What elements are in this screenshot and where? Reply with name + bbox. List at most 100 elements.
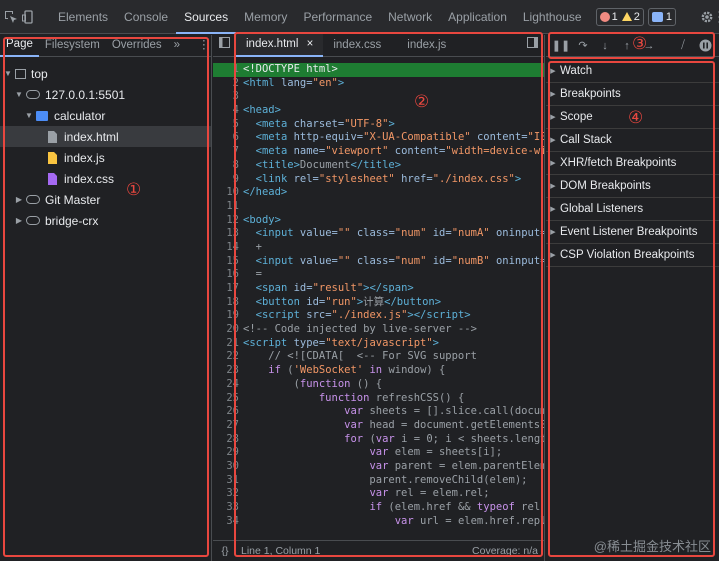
- editor-status-bar: {} Line 1, Column 1 Coverage: n/a: [213, 540, 544, 561]
- expand-caret-icon: ▶: [550, 114, 556, 121]
- expand-caret-icon: ▶: [550, 252, 556, 259]
- error-count: 1: [611, 10, 618, 23]
- more-tabs-chevron[interactable]: »: [168, 35, 186, 56]
- expand-caret-icon: ▶: [550, 91, 556, 98]
- code-line: 7 <meta name="viewport" content="width=d…: [232, 145, 544, 158]
- tab-application[interactable]: Application: [440, 0, 515, 34]
- collapse-caret-icon[interactable]: ▶: [14, 195, 24, 204]
- code-line: 27 var head = document.getElementsBy: [226, 418, 544, 431]
- code-line: 18 <button id="run">计算</button>: [226, 295, 442, 308]
- html-file-icon: [48, 130, 57, 143]
- coverage-status: Coverage: n/a: [472, 545, 538, 557]
- section-label: Breakpoints: [560, 88, 621, 100]
- css-file-icon: [48, 172, 57, 185]
- code-line: 6 <meta http-equiv="X-UA-Compatible" con…: [232, 131, 544, 144]
- watermark: @稀土掘金技术社区: [593, 539, 711, 554]
- device-toolbar-icon[interactable]: [22, 6, 34, 28]
- tree-item-label: index.js: [64, 150, 105, 165]
- tree-item-git-master[interactable]: ▶ Git Master: [0, 189, 211, 210]
- section-label: CSP Violation Breakpoints: [560, 249, 695, 261]
- expand-caret-icon[interactable]: ▼: [14, 90, 24, 99]
- tree-item-label: 127.0.0.1:5501: [45, 87, 126, 102]
- tree-item-folder[interactable]: ▼ calculator: [0, 105, 211, 126]
- toggle-navigator-icon[interactable]: [213, 35, 236, 56]
- section-watch[interactable]: ▶ Watch: [546, 60, 719, 83]
- code-line: 31 parent.removeChild(elem);: [226, 473, 528, 486]
- section-label: Call Stack: [560, 134, 612, 146]
- tree-item-file[interactable]: index.js: [0, 147, 211, 168]
- pretty-print-button[interactable]: {}: [213, 545, 237, 557]
- tree-item-file[interactable]: index.html: [0, 126, 211, 147]
- tab-lighthouse[interactable]: Lighthouse: [515, 0, 590, 34]
- expand-caret-icon[interactable]: ▼: [3, 69, 13, 78]
- code-line: 32 var rel = elem.rel;: [226, 487, 490, 500]
- section-event-listener-breakpoints[interactable]: ▶ Event Listener Breakpoints: [546, 221, 719, 244]
- section-global-listeners[interactable]: ▶ Global Listeners: [546, 198, 719, 221]
- message-badge[interactable]: 1: [647, 7, 676, 26]
- tab-network[interactable]: Network: [380, 0, 440, 34]
- expand-caret-icon: ▶: [550, 137, 556, 144]
- message-icon: [651, 11, 663, 22]
- section-xhr-breakpoints[interactable]: ▶ XHR/fetch Breakpoints: [546, 152, 719, 175]
- section-call-stack[interactable]: ▶ Call Stack: [546, 129, 719, 152]
- tree-item-bridge-crx[interactable]: ▶ bridge-crx: [0, 210, 211, 231]
- settings-gear-icon[interactable]: [700, 6, 714, 28]
- step-into-icon[interactable]: ↓: [596, 37, 614, 55]
- editor-tab-index-css[interactable]: index.css: [323, 35, 391, 56]
- frame-icon: [15, 68, 26, 79]
- pause-resume-icon[interactable]: ❚❚: [552, 37, 570, 55]
- tab-filesystem[interactable]: Filesystem: [39, 35, 106, 56]
- code-line: 21 <script type="text/javascript">: [226, 336, 439, 349]
- section-csp-violation-breakpoints[interactable]: ▶ CSP Violation Breakpoints: [546, 244, 719, 267]
- code-line: 19 <script src="./index.js"></script>: [226, 309, 471, 322]
- section-breakpoints[interactable]: ▶ Breakpoints: [546, 83, 719, 106]
- editor-tab-label: index.html: [246, 38, 299, 50]
- code-line: 24 (function () {: [226, 377, 383, 390]
- tree-item-label: index.html: [64, 129, 119, 144]
- code-lines[interactable]: 1 <!DOCTYPE html> 2 <html lang="en"> 3 4 <h…: [213, 63, 544, 539]
- tab-performance[interactable]: Performance: [295, 0, 380, 34]
- tab-overrides[interactable]: Overrides: [106, 35, 168, 56]
- code-line: 20 <!-- Code injected by live-server -->: [226, 323, 477, 336]
- code-line: 29 var elem = sheets[i];: [226, 446, 503, 459]
- code-line: 16 =: [226, 268, 262, 281]
- code-line: 4 <head>: [232, 104, 281, 117]
- cloud-icon: [26, 216, 40, 225]
- code-line: 33 if (elem.href && typeof rel: [226, 501, 541, 513]
- step-over-icon[interactable]: ↷: [574, 37, 592, 55]
- code-line: 9 <link rel="stylesheet" href="./index.c…: [232, 172, 522, 185]
- tree-item-top[interactable]: ▼ top: [0, 63, 211, 84]
- toggle-debugger-icon[interactable]: [521, 35, 544, 56]
- issue-counters[interactable]: 1 2 1: [595, 7, 680, 26]
- error-warning-badge[interactable]: 1 2: [595, 7, 644, 26]
- editor-tab-index-js[interactable]: index.js: [391, 35, 456, 56]
- annotation-label-4: ④: [628, 108, 644, 127]
- inspect-element-icon[interactable]: [4, 6, 18, 28]
- tree-item-host[interactable]: ▼ 127.0.0.1:5501: [0, 84, 211, 105]
- section-label: Scope: [560, 111, 593, 123]
- close-tab-icon[interactable]: ×: [307, 38, 314, 50]
- tab-elements[interactable]: Elements: [50, 0, 116, 34]
- cursor-position: Line 1, Column 1: [241, 545, 321, 557]
- section-label: Global Listeners: [560, 203, 644, 215]
- pause-on-exceptions-icon[interactable]: [696, 37, 714, 55]
- warning-count: 2: [633, 10, 640, 23]
- tree-item-label: index.css: [64, 171, 115, 186]
- code-line: 5 <meta charset="UTF-8">: [232, 117, 395, 130]
- expand-caret-icon[interactable]: ▼: [24, 111, 34, 120]
- code-line: 22 // <![CDATA[ <-- For SVG support: [226, 350, 477, 363]
- code-line: 3: [232, 90, 239, 103]
- tree-item-file[interactable]: index.css: [0, 168, 211, 189]
- tab-console[interactable]: Console: [116, 0, 176, 34]
- tab-page[interactable]: Page: [0, 34, 39, 57]
- editor-tab-index-html[interactable]: index.html ×: [236, 34, 324, 57]
- code-line: 11: [226, 199, 239, 212]
- code-line: 12 <body>: [226, 213, 281, 226]
- debugger-sections: ▶ Watch ▶ Breakpoints ▶ Scope ▶ Call Stack ▶…: [546, 57, 719, 267]
- section-dom-breakpoints[interactable]: ▶ DOM Breakpoints: [546, 175, 719, 198]
- tab-sources[interactable]: Sources: [176, 0, 237, 34]
- panel-tabs: Elements Console Sources Memory Performa…: [50, 0, 590, 34]
- deactivate-breakpoints-icon[interactable]: ⧸: [674, 37, 692, 55]
- tab-memory[interactable]: Memory: [236, 0, 295, 34]
- collapse-caret-icon[interactable]: ▶: [14, 216, 24, 225]
